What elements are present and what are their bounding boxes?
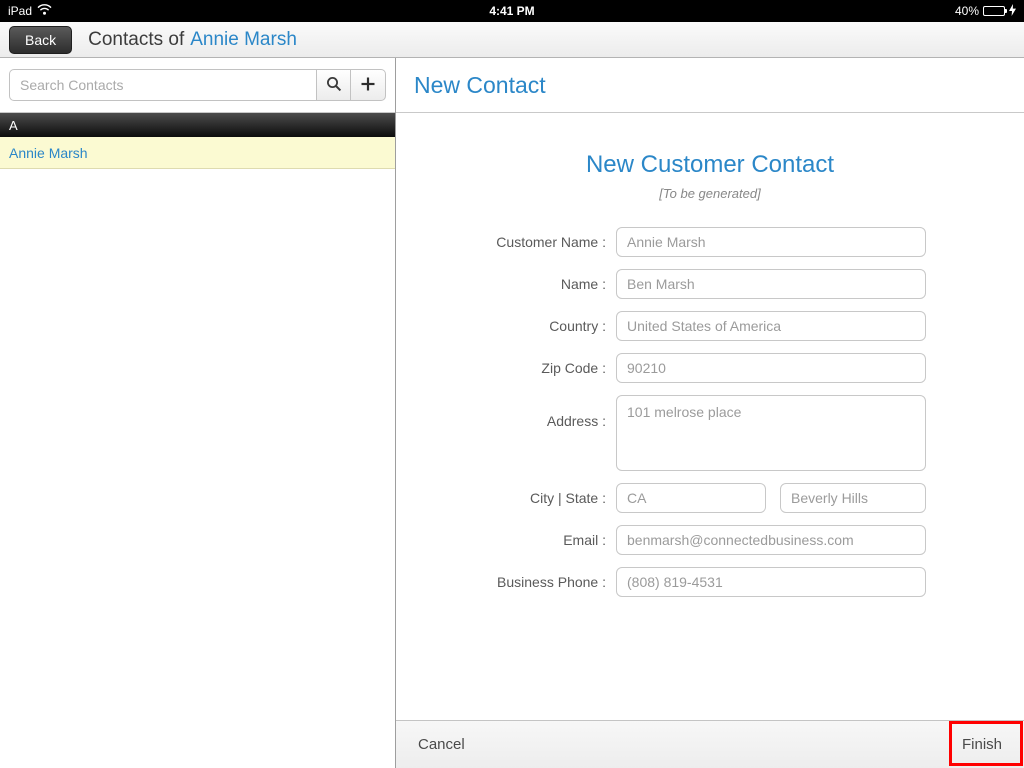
page-title: Contacts of Annie Marsh <box>88 29 297 51</box>
add-contact-button[interactable] <box>351 69 386 101</box>
customer-name-label: Customer Name : <box>396 234 606 250</box>
finish-button[interactable]: Finish <box>962 736 1002 753</box>
city-field[interactable] <box>780 483 926 513</box>
form-footer: Cancel Finish <box>396 720 1024 768</box>
new-contact-panel: New Contact New Customer Contact [To be … <box>396 58 1024 768</box>
cancel-button[interactable]: Cancel <box>418 736 465 753</box>
business-phone-label: Business Phone : <box>396 574 606 590</box>
email-field[interactable] <box>616 525 926 555</box>
status-bar: iPad 4:41 PM 40% <box>0 0 1024 22</box>
name-field[interactable] <box>616 269 926 299</box>
form-subtitle: [To be generated] <box>396 186 1024 201</box>
form-title: New Customer Contact <box>396 151 1024 179</box>
customer-name-field[interactable] <box>616 227 926 257</box>
state-field[interactable] <box>616 483 766 513</box>
business-phone-field[interactable] <box>616 567 926 597</box>
search-input[interactable] <box>9 69 316 101</box>
zip-code-label: Zip Code : <box>396 360 606 376</box>
clock: 4:41 PM <box>0 4 1024 18</box>
address-field[interactable]: 101 melrose place <box>616 395 926 471</box>
new-contact-form: New Customer Contact [To be generated] C… <box>396 113 1024 720</box>
plus-icon <box>360 76 376 95</box>
panel-title: New Contact <box>396 58 1024 113</box>
zip-code-field[interactable] <box>616 353 926 383</box>
city-state-label: City | State : <box>396 490 606 506</box>
contact-list-item[interactable]: Annie Marsh <box>0 137 395 169</box>
contacts-sidebar: A Annie Marsh <box>0 58 396 768</box>
country-field[interactable] <box>616 311 926 341</box>
battery-icon <box>983 6 1005 16</box>
email-label: Email : <box>396 532 606 548</box>
search-row <box>0 58 395 113</box>
page-title-contact-name: Annie Marsh <box>190 29 297 51</box>
screen: iPad 4:41 PM 40% Back Contacts of Annie … <box>0 0 1024 768</box>
search-icon <box>326 76 342 95</box>
name-label: Name : <box>396 276 606 292</box>
country-label: Country : <box>396 318 606 334</box>
back-button[interactable]: Back <box>9 26 72 54</box>
page-title-prefix: Contacts of <box>88 29 184 51</box>
search-button[interactable] <box>316 69 351 101</box>
alpha-section-header: A <box>0 113 395 137</box>
nav-bar: Back Contacts of Annie Marsh <box>0 22 1024 58</box>
charging-bolt-icon <box>1009 4 1016 19</box>
battery-percent-label: 40% <box>955 4 979 18</box>
address-label: Address : <box>396 395 606 429</box>
